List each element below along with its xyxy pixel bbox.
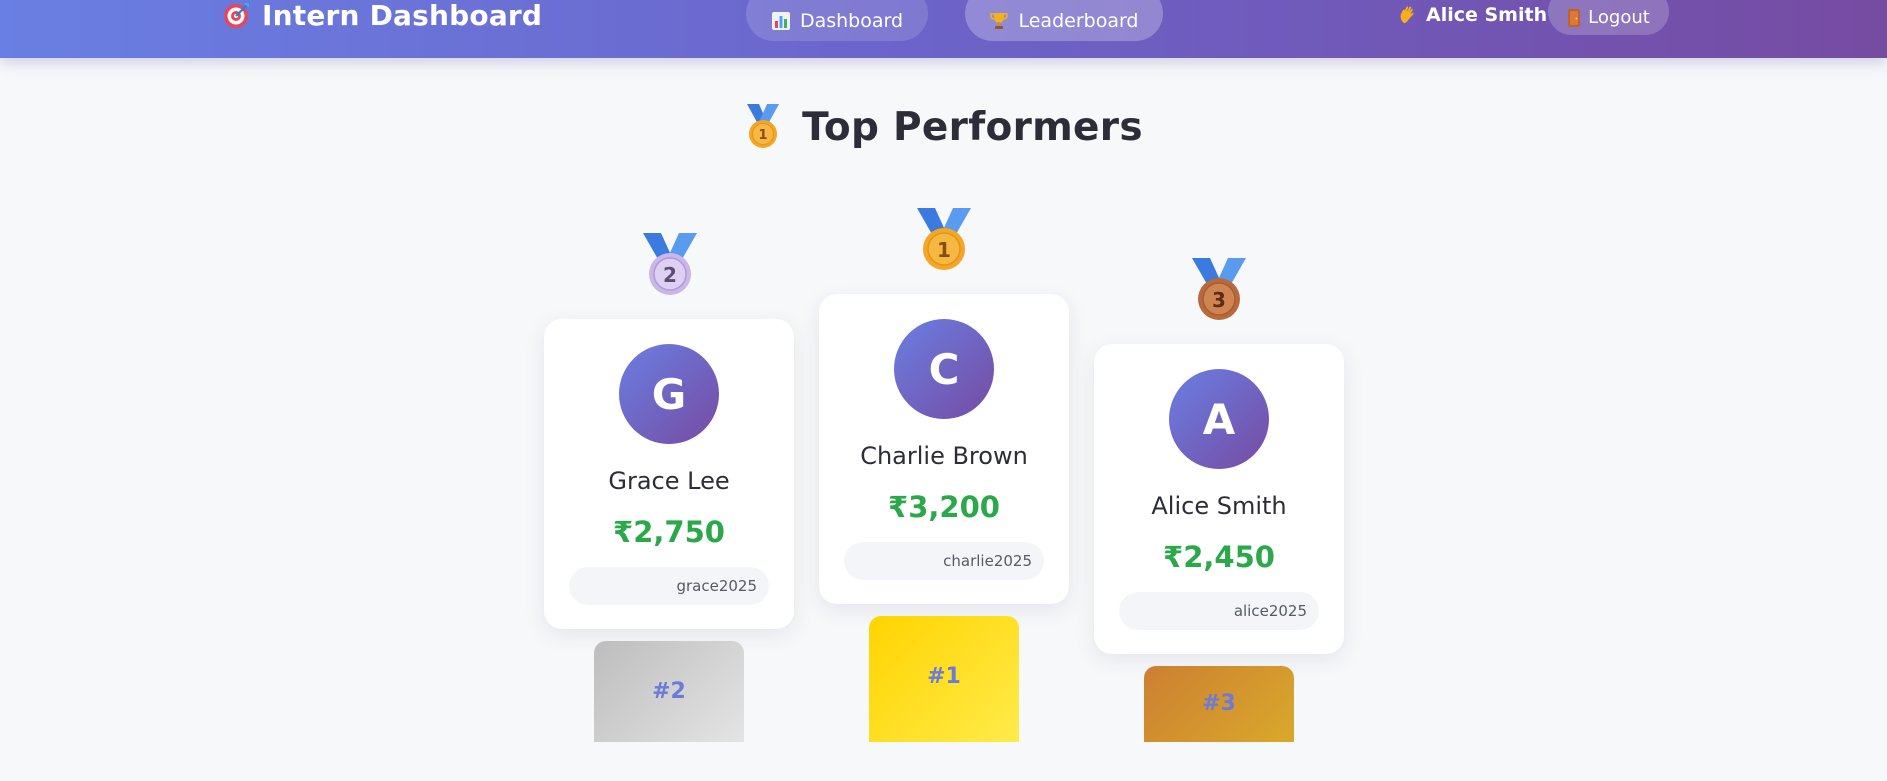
avatar: G [619, 344, 719, 444]
third-place-medal-icon: 3 [1192, 258, 1246, 320]
svg-text:1: 1 [759, 128, 768, 143]
door-icon [1568, 8, 1581, 27]
medal-number: 3 [1212, 288, 1226, 312]
leaderboard-card-rank-3[interactable]: A Alice Smith ₹2,450 alice2025 [1094, 344, 1344, 654]
podium-rank-label: #3 [1202, 691, 1236, 716]
user-name-label: Alice Smith [1426, 4, 1548, 26]
medal-number: 1 [937, 238, 951, 262]
current-user: Alice Smith [1398, 0, 1547, 30]
logout-label: Logout [1588, 7, 1650, 28]
page-title: 1 Top Performers [0, 100, 1887, 154]
second-place-medal-icon: 2 [643, 233, 697, 295]
referral-code: charlie2025 [844, 542, 1044, 580]
intern-name: Alice Smith [1151, 492, 1287, 520]
referral-code-text: charlie2025 [943, 552, 1032, 570]
intern-name: Grace Lee [608, 467, 730, 495]
referral-code-text: grace2025 [676, 577, 757, 595]
nav-leaderboard-label: Leaderboard [1018, 9, 1139, 32]
referral-code: grace2025 [569, 567, 769, 605]
earnings-amount: ₹2,750 [613, 515, 725, 549]
page-title-text: Top Performers [802, 104, 1143, 150]
podium-block-rank-2: #2 [594, 641, 744, 742]
referral-code-text: alice2025 [1233, 602, 1307, 620]
avatar: C [894, 319, 994, 419]
logout-button[interactable]: Logout [1548, 0, 1669, 35]
medal-number: 2 [663, 263, 677, 287]
podium-rank-label: #2 [652, 679, 686, 704]
waving-hand-icon [1400, 6, 1414, 24]
trophy-icon [990, 12, 1009, 29]
first-place-medal-icon: 1 [747, 104, 780, 148]
target-icon [224, 2, 250, 28]
intern-name: Charlie Brown [860, 442, 1028, 470]
nav-leaderboard[interactable]: Leaderboard [965, 0, 1163, 41]
bar-chart-icon [771, 11, 790, 30]
podium-block-rank-3: #3 [1144, 666, 1294, 742]
top-navbar: Intern Dashboard Dashboard Leaderboard A… [0, 0, 1887, 58]
brand-title: Intern Dashboard [262, 0, 543, 32]
brand[interactable]: Intern Dashboard [222, 0, 543, 32]
referral-code: alice2025 [1119, 592, 1319, 630]
podium-block-rank-1: #1 [869, 616, 1019, 742]
podium-rank-label: #1 [927, 664, 961, 689]
earnings-amount: ₹2,450 [1163, 540, 1275, 574]
first-place-medal-icon: 1 [917, 208, 971, 270]
earnings-amount: ₹3,200 [888, 490, 1000, 524]
avatar: A [1169, 369, 1269, 469]
nav-dashboard-label: Dashboard [799, 9, 904, 32]
leaderboard-card-rank-2[interactable]: G Grace Lee ₹2,750 grace2025 [544, 319, 794, 629]
leaderboard-card-rank-1[interactable]: C Charlie Brown ₹3,200 charlie2025 [819, 294, 1069, 604]
nav-dashboard[interactable]: Dashboard [746, 0, 928, 41]
